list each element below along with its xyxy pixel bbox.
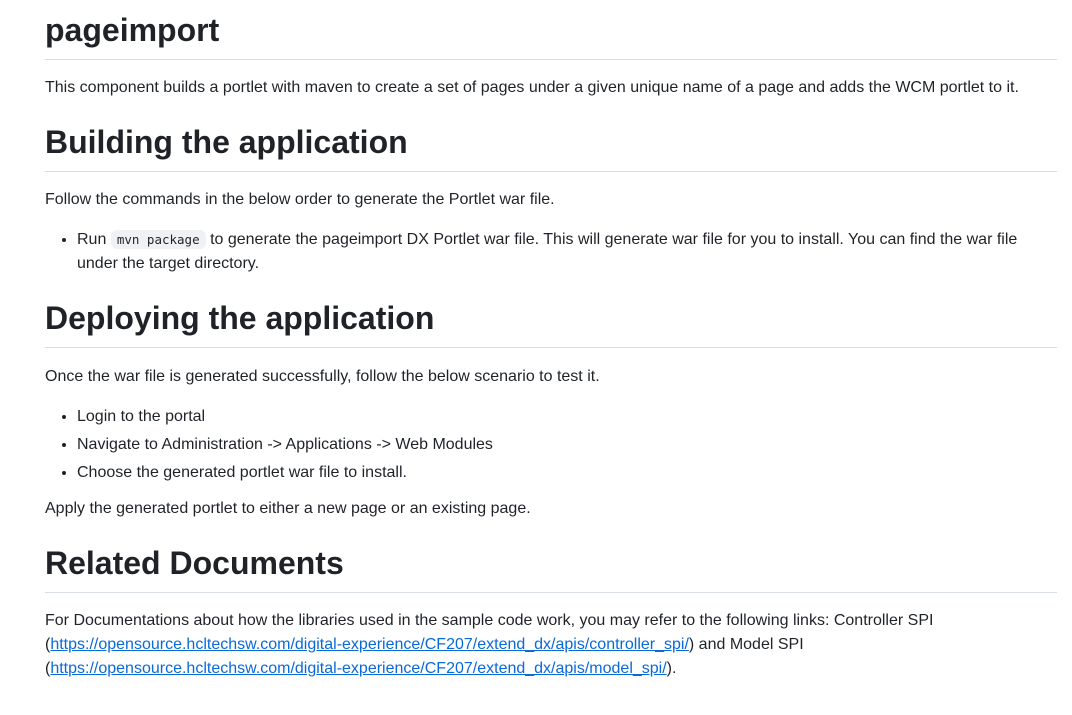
deploying-paragraph: Once the war file is generated successfu… [45, 368, 600, 385]
list-item: Login to the portal [77, 405, 1057, 429]
heading-related: Related Documents [45, 543, 1057, 593]
related-text-after: ). [666, 660, 677, 677]
intro-paragraph: This component builds a portlet with mav… [45, 79, 1019, 96]
building-list: Run mvn package to generate the pageimpo… [45, 228, 1057, 276]
apply-paragraph: Apply the generated portlet to either a … [45, 500, 531, 517]
model-spi-link[interactable]: https://opensource.hcltechsw.com/digital… [50, 660, 666, 677]
list-item: Navigate to Administration -> Applicatio… [77, 433, 1057, 457]
list-item: Run mvn package to generate the pageimpo… [77, 228, 1057, 276]
readme-document: pageimport This component builds a portl… [45, 0, 1057, 681]
deploying-list: Login to the portal Navigate to Administ… [45, 405, 1057, 485]
run-prefix: Run [77, 231, 107, 248]
inline-code: mvn package [110, 230, 206, 249]
heading-building: Building the application [45, 122, 1057, 172]
heading-deploying: Deploying the application [45, 298, 1057, 348]
list-item: Choose the generated portlet war file to… [77, 461, 1057, 485]
building-paragraph: Follow the commands in the below order t… [45, 191, 555, 208]
related-paragraph: For Documentations about how the librari… [45, 609, 1057, 681]
page-title: pageimport [45, 0, 1057, 60]
run-suffix: to generate the pageimport DX Portlet wa… [77, 231, 1018, 272]
controller-spi-link[interactable]: https://opensource.hcltechsw.com/digital… [50, 636, 689, 653]
